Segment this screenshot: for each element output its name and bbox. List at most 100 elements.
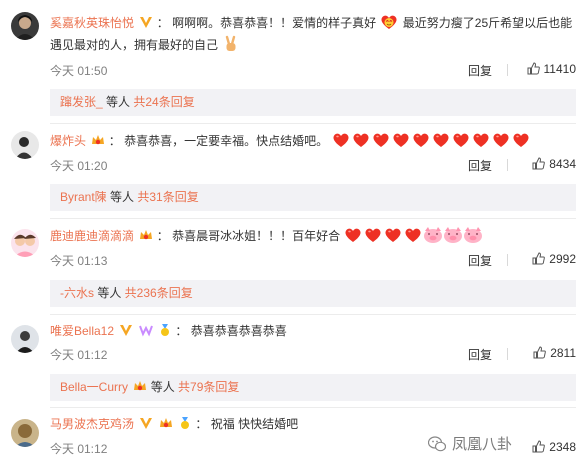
crown-badge-icon bbox=[91, 133, 105, 147]
like-count: 2348 bbox=[549, 440, 576, 454]
divider bbox=[50, 407, 576, 408]
like-button[interactable]: 2348 bbox=[532, 440, 576, 454]
divider bbox=[507, 254, 508, 266]
vip-badge-icon bbox=[119, 323, 133, 337]
heart-emoji-icon bbox=[352, 131, 370, 149]
medal-badge-icon bbox=[158, 323, 172, 337]
victory-hand-emoji-icon bbox=[222, 35, 240, 53]
timestamp: 今天 01:12 bbox=[50, 348, 108, 362]
view-replies-link[interactable]: 共31条回复 bbox=[137, 190, 198, 204]
reply-user-link[interactable]: Bella一Curry bbox=[60, 380, 128, 394]
heart-eyes-emoji-icon bbox=[380, 13, 398, 31]
comment-text: 恭喜恭喜，一定要幸福。快点结婚吧。 bbox=[124, 134, 329, 148]
heart-emoji-icon bbox=[412, 131, 430, 149]
heart-emoji-icon bbox=[332, 131, 350, 149]
username-link[interactable]: 奚嘉秋英珠怡悦 bbox=[50, 16, 134, 30]
divider bbox=[50, 218, 576, 219]
heart-emoji-icon bbox=[392, 131, 410, 149]
wechat-logo-icon bbox=[427, 436, 446, 452]
heart-emoji-icon bbox=[364, 226, 382, 244]
timestamp: 今天 01:50 bbox=[50, 64, 108, 78]
like-button[interactable]: 8434 bbox=[532, 157, 576, 171]
view-replies-link[interactable]: 共24条回复 bbox=[133, 95, 194, 109]
reply-summary[interactable]: Bella一Curry 等人 共79条回复 bbox=[50, 374, 576, 401]
member-badge-icon bbox=[138, 323, 153, 337]
thumbs-up-icon bbox=[533, 346, 547, 359]
like-count: 2811 bbox=[550, 346, 576, 360]
comment-meta: 今天 01:50 回复 11410 bbox=[50, 62, 576, 78]
crown-badge-icon bbox=[139, 228, 153, 242]
like-button[interactable]: 11410 bbox=[527, 62, 576, 76]
reply-button[interactable]: 回复 bbox=[468, 346, 492, 363]
comment-body: 唯爱Bella12 ： 恭喜恭喜恭喜恭喜 bbox=[50, 323, 287, 338]
username-link[interactable]: 马男波杰克鸡汤 bbox=[50, 417, 134, 431]
reply-button[interactable]: 回复 bbox=[468, 157, 492, 174]
comment-text: 恭喜恭喜恭喜恭喜 bbox=[190, 324, 287, 338]
timestamp: 今天 01:20 bbox=[50, 159, 108, 173]
heart-emoji-icon bbox=[432, 131, 450, 149]
avatar[interactable] bbox=[11, 12, 39, 40]
thumbs-up-icon bbox=[527, 62, 540, 75]
watermark-text: 凤凰八卦 bbox=[451, 436, 512, 453]
comment-body: 鹿迪鹿迪滴滴滴 ： 恭喜晨哥冰冰姐！！！百年好合 bbox=[50, 226, 580, 247]
heart-emoji-icon bbox=[372, 131, 390, 149]
like-count: 11410 bbox=[543, 62, 576, 76]
timestamp: 今天 01:13 bbox=[50, 254, 108, 268]
divider bbox=[50, 123, 576, 124]
reply-summary[interactable]: 蹿发张_ 等人 共24条回复 bbox=[50, 89, 576, 116]
like-count: 8434 bbox=[549, 157, 576, 171]
vip-badge-icon bbox=[139, 416, 153, 430]
thumbs-up-icon bbox=[532, 252, 546, 265]
reply-user-link[interactable]: 蹿发张_ bbox=[60, 95, 103, 109]
heart-emoji-icon bbox=[404, 226, 422, 244]
comment-meta: 今天 01:20 回复 8434 bbox=[50, 157, 576, 173]
like-button[interactable]: 2992 bbox=[532, 252, 576, 266]
crown-badge-icon bbox=[133, 379, 147, 393]
divider bbox=[50, 314, 576, 315]
comment-meta: 今天 01:13 回复 2992 bbox=[50, 252, 576, 268]
username-link[interactable]: 爆炸头 bbox=[50, 134, 86, 148]
thumbs-up-icon bbox=[532, 440, 546, 453]
pig-emoji-icon bbox=[423, 226, 443, 244]
view-replies-link[interactable]: 共236条回复 bbox=[125, 286, 193, 300]
view-replies-link[interactable]: 共79条回复 bbox=[178, 380, 239, 394]
divider bbox=[507, 64, 508, 76]
heart-emoji-icon bbox=[472, 131, 490, 149]
reply-summary[interactable]: Byrant陳 等人 共31条回复 bbox=[50, 184, 576, 211]
username-link[interactable]: 鹿迪鹿迪滴滴滴 bbox=[50, 229, 134, 243]
reply-button[interactable]: 回复 bbox=[468, 62, 492, 79]
comment-meta: 今天 01:12 回复 2811 bbox=[50, 346, 576, 362]
comment-body: 奚嘉秋英珠怡悦 ： 啊啊啊。恭喜恭喜！！爱情的样子真好 最近努力瘦了25斤希望以… bbox=[50, 12, 580, 56]
divider bbox=[507, 159, 508, 171]
reply-user-link[interactable]: Byrant陳 bbox=[60, 190, 107, 204]
divider bbox=[507, 348, 508, 360]
crown-badge-icon bbox=[159, 416, 173, 430]
pig-emoji-icon bbox=[463, 226, 483, 244]
reply-user-link[interactable]: -六水s bbox=[60, 286, 94, 300]
comment-text: 啊啊啊。恭喜恭喜！！爱情的样子真好 bbox=[172, 16, 377, 30]
reply-summary[interactable]: -六水s 等人 共236条回复 bbox=[50, 280, 576, 307]
watermark: 凤凰八卦 bbox=[423, 434, 516, 456]
avatar[interactable] bbox=[11, 229, 39, 257]
timestamp: 今天 01:12 bbox=[50, 442, 108, 456]
avatar[interactable] bbox=[11, 325, 39, 353]
heart-emoji-icon bbox=[344, 226, 362, 244]
username-link[interactable]: 唯爱Bella12 bbox=[50, 324, 114, 338]
avatar[interactable] bbox=[11, 131, 39, 159]
medal-badge-icon bbox=[178, 416, 192, 430]
heart-emoji-icon bbox=[512, 131, 530, 149]
heart-emoji-icon bbox=[492, 131, 510, 149]
like-button[interactable]: 2811 bbox=[533, 346, 576, 360]
like-count: 2992 bbox=[549, 252, 576, 266]
vip-badge-icon bbox=[139, 15, 153, 29]
heart-emoji-icon bbox=[452, 131, 470, 149]
comment-body: 爆炸头 ： 恭喜恭喜，一定要幸福。快点结婚吧。 bbox=[50, 131, 580, 152]
comment-text: 祝福 快快结婚吧 bbox=[210, 417, 299, 431]
thumbs-up-icon bbox=[532, 157, 546, 170]
heart-emoji-icon bbox=[384, 226, 402, 244]
avatar[interactable] bbox=[11, 419, 39, 447]
comment-body: 马男波杰克鸡汤 ： 祝福 快快结婚吧 bbox=[50, 416, 299, 431]
comment-text: 恭喜晨哥冰冰姐！！！百年好合 bbox=[172, 229, 341, 243]
reply-button[interactable]: 回复 bbox=[468, 252, 492, 269]
pig-emoji-icon bbox=[443, 226, 463, 244]
